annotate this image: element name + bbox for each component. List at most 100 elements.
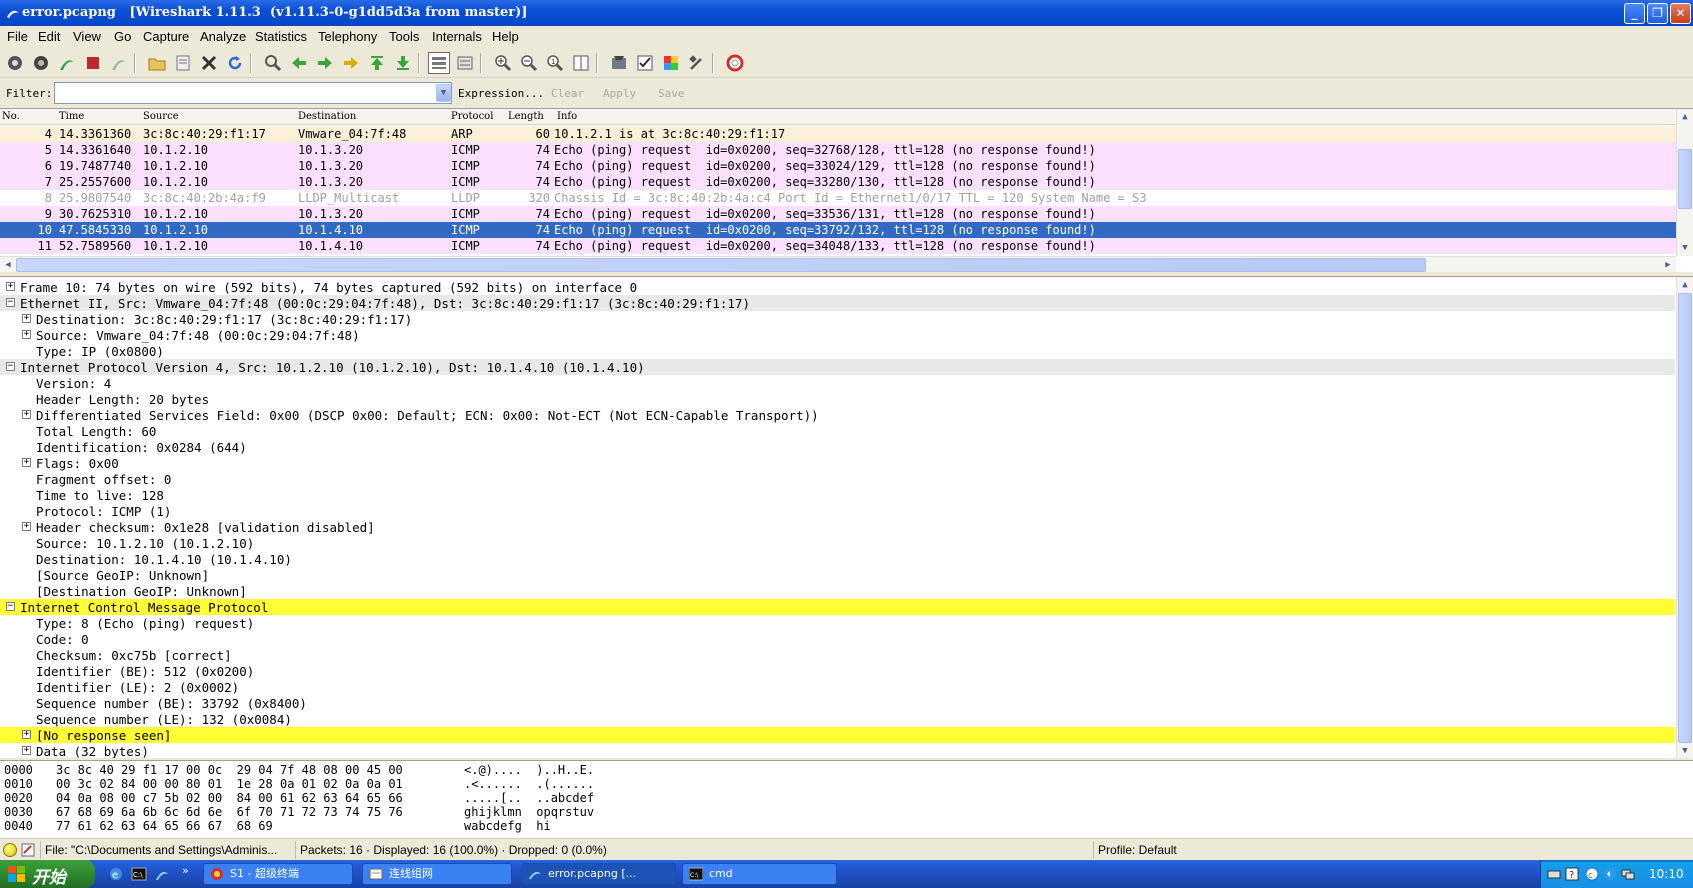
detail-tree-item[interactable]: Version: 4	[0, 375, 1675, 391]
detail-tree-item[interactable]: + Flags: 0x00	[0, 455, 1675, 471]
detail-tree-item[interactable]: + Source: Vmware_04:7f:48 (00:0c:29:04:7f…	[0, 327, 1675, 343]
interfaces-icon[interactable]	[4, 52, 26, 74]
scroll-right-icon[interactable]: ▶	[1660, 257, 1676, 272]
task-cmd[interactable]: C:\ cmd	[682, 863, 837, 885]
packet-row[interactable]: 6 19.7487740 10.1.2.10 10.1.3.20 ICMP 74 Echo …	[0, 158, 1676, 174]
column-header-protocol[interactable]: Protocol	[451, 111, 493, 122]
expand-icon[interactable]: +	[22, 522, 31, 531]
column-header-source[interactable]: Source	[143, 111, 179, 122]
column-header-length[interactable]: Length	[508, 111, 544, 122]
preferences-icon[interactable]	[686, 52, 708, 74]
clock[interactable]: 10:10	[1649, 867, 1684, 881]
resize-columns-icon[interactable]	[570, 52, 592, 74]
detail-tree-item[interactable]: Header Length: 20 bytes	[0, 391, 1675, 407]
scroll-up-icon[interactable]: ▲	[1677, 109, 1693, 125]
column-header-no[interactable]: No.	[2, 111, 20, 122]
zoom-out-icon[interactable]	[518, 52, 540, 74]
help-icon[interactable]	[724, 52, 746, 74]
go-forward-icon[interactable]	[314, 52, 336, 74]
minimize-button[interactable]: _	[1624, 3, 1645, 24]
detail-tree-item[interactable]: + Frame 10: 74 bytes on wire (592 bits), …	[0, 279, 1675, 295]
detail-tree-item[interactable]: Sequence number (BE): 33792 (0x8400)	[0, 695, 1675, 711]
menu-analyze[interactable]: Analyze	[200, 29, 246, 44]
expand-icon[interactable]: +	[22, 730, 31, 739]
start-button[interactable]: 开始	[0, 860, 95, 888]
packet-row[interactable]: 8 25.9807540 3c:8c:40:2b:4a:f9 LLDP_Multica…	[0, 190, 1676, 206]
clear-button[interactable]: Clear	[551, 87, 584, 100]
menu-help[interactable]: Help	[492, 29, 519, 44]
expression-button[interactable]: Expression...	[458, 87, 544, 100]
menu-internals[interactable]: Internals	[432, 29, 482, 44]
detail-tree-item[interactable]: + Data (32 bytes)	[0, 743, 1675, 758]
options-icon[interactable]	[30, 52, 52, 74]
detail-tree-item[interactable]: Identifier (BE): 512 (0x0200)	[0, 663, 1675, 679]
save-file-icon[interactable]	[172, 52, 194, 74]
last-packet-icon[interactable]	[392, 52, 414, 74]
status-profile[interactable]: Profile: Default	[1093, 841, 1693, 859]
detail-tree-item[interactable]: Type: IP (0x0800)	[0, 343, 1675, 359]
go-to-packet-icon[interactable]	[340, 52, 362, 74]
ie-icon[interactable]: e	[108, 866, 124, 882]
detail-tree-item[interactable]: Checksum: 0xc75b [correct]	[0, 647, 1675, 663]
speaker-icon[interactable]	[1603, 867, 1617, 881]
detail-tree-item[interactable]: [Destination GeoIP: Unknown]	[0, 583, 1675, 599]
detail-tree-item[interactable]: + Header checksum: 0x1e28 [validation dis…	[0, 519, 1675, 535]
filter-input[interactable]	[54, 82, 452, 104]
hex-row[interactable]: 0020 04 0a 08 00 c7 5b 02 00 84 00 61 62 …	[4, 792, 704, 805]
reload-icon[interactable]	[224, 52, 246, 74]
detail-tree-item[interactable]: Source: 10.1.2.10 (10.1.2.10)	[0, 535, 1675, 551]
network-tray-icon[interactable]	[1621, 867, 1635, 881]
quicklaunch-more-icon[interactable]: »	[182, 864, 189, 877]
expand-icon[interactable]: +	[22, 314, 31, 323]
menu-telephony[interactable]: Telephony	[318, 29, 377, 44]
detail-tree-item[interactable]: Identifier (LE): 2 (0x0002)	[0, 679, 1675, 695]
scroll-left-icon[interactable]: ◀	[0, 257, 16, 272]
detail-tree-item[interactable]: Code: 0	[0, 631, 1675, 647]
detail-tree-item[interactable]: Fragment offset: 0	[0, 471, 1675, 487]
first-packet-icon[interactable]	[366, 52, 388, 74]
column-header-info[interactable]: Info	[557, 111, 577, 122]
go-back-icon[interactable]	[288, 52, 310, 74]
task-wireshark[interactable]: error.pcapng [...	[521, 863, 676, 885]
menu-statistics[interactable]: Statistics	[255, 29, 307, 44]
hex-row[interactable]: 0040 77 61 62 63 64 65 66 67 68 69 wabcdef…	[4, 820, 704, 833]
details-vertical-scrollbar[interactable]: ▲ ▼	[1676, 277, 1693, 758]
expert-info-icon[interactable]	[3, 843, 17, 857]
detail-tree-item[interactable]: [Source GeoIP: Unknown]	[0, 567, 1675, 583]
menu-edit[interactable]: Edit	[38, 29, 60, 44]
open-file-icon[interactable]	[146, 52, 168, 74]
column-header-destination[interactable]: Destination	[298, 111, 356, 122]
expand-icon[interactable]: +	[22, 410, 31, 419]
capture-comments-icon[interactable]	[21, 843, 35, 857]
menu-go[interactable]: Go	[114, 29, 131, 44]
keyboard-icon[interactable]	[1547, 867, 1561, 881]
packet-row[interactable]: 5 14.3361640 10.1.2.10 10.1.3.20 ICMP 74 Echo …	[0, 142, 1676, 158]
apply-button[interactable]: Apply	[603, 87, 636, 100]
packet-list-vertical-scrollbar[interactable]: ▲ ▼	[1676, 109, 1693, 256]
packet-list-horizontal-scrollbar[interactable]: ◀ ▶	[0, 256, 1676, 272]
language-icon[interactable]: c	[1585, 867, 1599, 881]
detail-tree-item[interactable]: − Ethernet II, Src: Vmware_04:7f:48 (00:0…	[0, 295, 1675, 311]
menu-capture[interactable]: Capture	[143, 29, 189, 44]
save-button[interactable]: Save	[658, 87, 685, 100]
detail-tree-item[interactable]: Total Length: 60	[0, 423, 1675, 439]
zoom-in-icon[interactable]	[492, 52, 514, 74]
scroll-down-icon[interactable]: ▼	[1677, 743, 1693, 758]
colorize-icon[interactable]	[428, 52, 450, 74]
scroll-thumb[interactable]	[16, 258, 1426, 272]
coloring-rules-icon[interactable]	[660, 52, 682, 74]
packet-row[interactable]: 4 14.3361360 3c:8c:40:29:f1:17 Vmware_04:7f…	[0, 126, 1676, 142]
normal-size-icon[interactable]: 1	[544, 52, 566, 74]
packet-row[interactable]: 9 30.7625310 10.1.2.10 10.1.3.20 ICMP 74 Echo …	[0, 206, 1676, 222]
detail-tree-item[interactable]: + [No response seen]	[0, 727, 1675, 743]
scroll-thumb[interactable]	[1678, 149, 1692, 209]
detail-tree-item[interactable]: Protocol: ICMP (1)	[0, 503, 1675, 519]
packet-row[interactable]: 7 25.2557600 10.1.2.10 10.1.3.20 ICMP 74 Echo …	[0, 174, 1676, 190]
stop-capture-icon[interactable]	[82, 52, 104, 74]
detail-tree-item[interactable]: Identification: 0x0284 (644)	[0, 439, 1675, 455]
find-packet-icon[interactable]	[262, 52, 284, 74]
detail-tree-item[interactable]: + Differentiated Services Field: 0x00 (DS…	[0, 407, 1675, 423]
capture-filters-icon[interactable]	[608, 52, 630, 74]
expand-icon[interactable]: +	[22, 330, 31, 339]
hex-row[interactable]: 0000 3c 8c 40 29 f1 17 00 0c 29 04 7f 48 …	[4, 764, 704, 777]
